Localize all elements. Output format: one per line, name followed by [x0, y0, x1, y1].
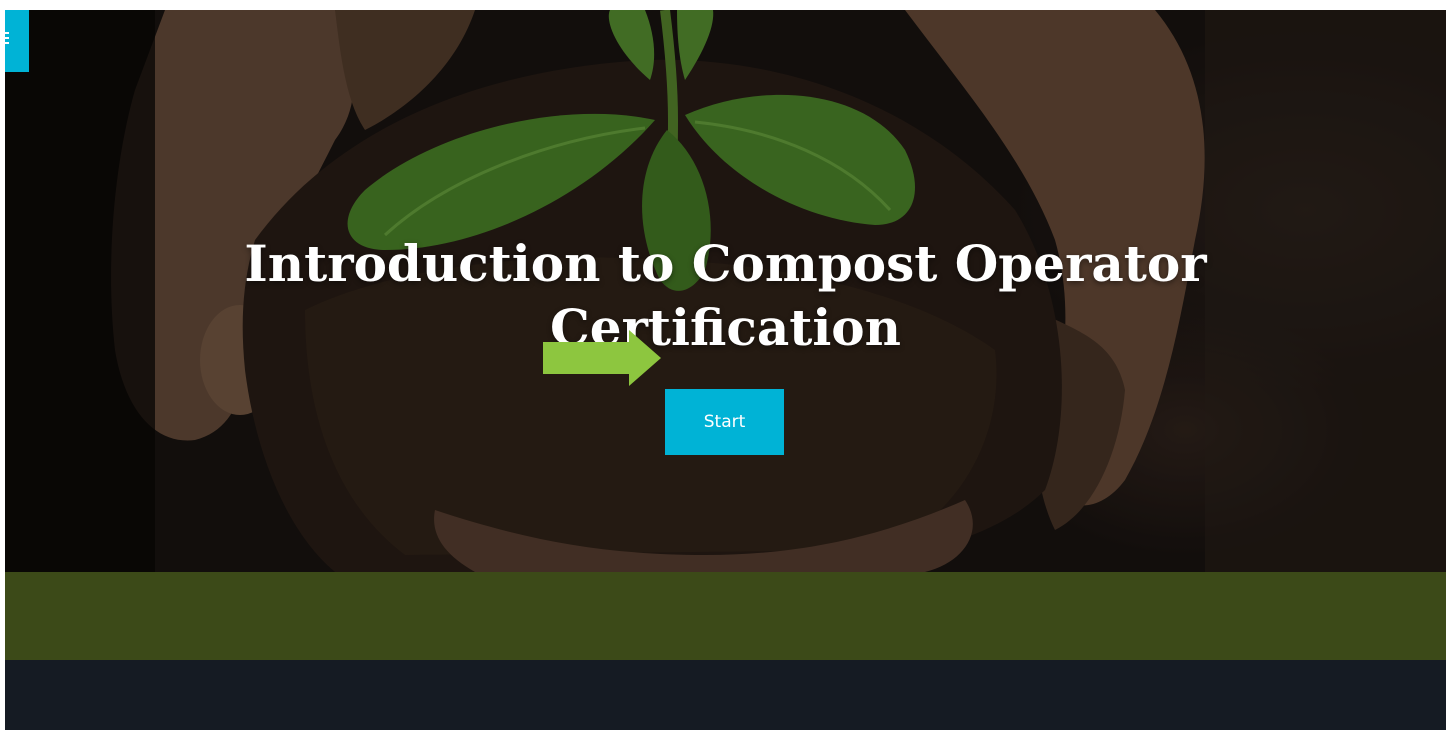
course-landing-page: Introduction to Compost Operator Certifi… — [5, 10, 1446, 730]
hamburger-menu-icon — [5, 32, 9, 46]
hero-section: Introduction to Compost Operator Certifi… — [5, 10, 1446, 572]
green-footer-band — [5, 572, 1446, 660]
course-title: Introduction to Compost Operator Certifi… — [244, 234, 1207, 357]
arrow-right-icon — [543, 330, 661, 386]
start-button[interactable]: Start — [665, 389, 784, 455]
dark-footer-band — [5, 660, 1446, 730]
menu-toggle-button[interactable] — [5, 10, 29, 72]
